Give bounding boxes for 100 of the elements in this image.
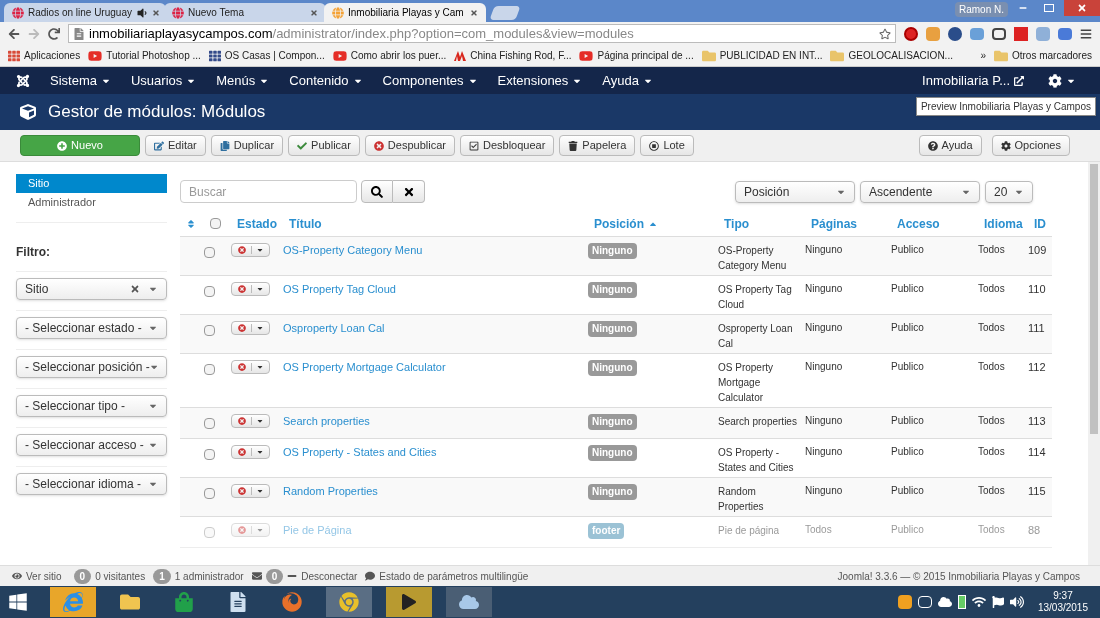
toolbar-button[interactable]: Ayuda xyxy=(918,135,982,156)
row-checkbox[interactable] xyxy=(204,449,215,460)
extension-icon[interactable] xyxy=(904,26,918,41)
sort-select[interactable]: Ascendente xyxy=(860,180,980,203)
battery-icon[interactable] xyxy=(957,595,966,609)
filter-select[interactable]: - Seleccionar idioma - xyxy=(16,473,167,495)
reload-icon[interactable] xyxy=(48,27,60,40)
nav-menu[interactable]: Ayuda xyxy=(602,70,653,91)
toolbar-button[interactable]: Editar xyxy=(145,135,206,156)
column-header[interactable]: Estado xyxy=(237,214,277,233)
toolbar-button[interactable]: Publicar xyxy=(288,135,360,156)
row-checkbox[interactable] xyxy=(204,247,215,258)
status-toggle[interactable] xyxy=(231,243,270,257)
status-toggle[interactable] xyxy=(231,445,270,459)
close-icon[interactable] xyxy=(470,8,478,17)
module-title-link[interactable]: Osproperty Loan Cal xyxy=(283,322,385,334)
taskbar-app[interactable] xyxy=(446,587,492,617)
close-button[interactable] xyxy=(1064,0,1100,16)
toolbar-button[interactable]: Desbloquear xyxy=(459,135,555,156)
toolbar-button[interactable]: Lote xyxy=(640,135,694,156)
extension-icon[interactable] xyxy=(1014,26,1028,41)
clear-icon[interactable] xyxy=(130,284,140,294)
filter-select[interactable]: - Seleccionar posición - xyxy=(16,356,167,378)
address-field[interactable]: inmobiliariaplayasycampos.com/administrator/index.php?option=com_modules&view=modules xyxy=(68,24,896,43)
bookmark[interactable]: Aplicaciones xyxy=(8,48,81,63)
status-toggle[interactable] xyxy=(231,414,270,428)
sort-select[interactable]: 20 xyxy=(985,180,1033,203)
toolbar-button[interactable]: Papelera xyxy=(559,135,636,156)
clear-button[interactable] xyxy=(393,180,425,203)
toolbar-button[interactable]: Despublicar xyxy=(364,135,455,156)
logout-link[interactable]: Desconectar xyxy=(301,568,358,584)
browser-tab[interactable]: Radios on line Uruguay xyxy=(4,3,166,22)
logo-icon[interactable] xyxy=(16,73,30,88)
filter-select[interactable]: - Seleccionar estado - xyxy=(16,317,167,339)
filter-select[interactable]: Sitio xyxy=(16,278,167,300)
bookmark[interactable]: Otros marcadores xyxy=(993,48,1092,63)
select-all-checkbox[interactable] xyxy=(210,218,221,229)
module-title-link[interactable]: OS Property Mortgage Calculator xyxy=(283,361,446,373)
bookmark[interactable]: GEOLOCALISACION... xyxy=(830,48,953,63)
cloud-icon[interactable] xyxy=(937,595,952,609)
network-icon[interactable] xyxy=(971,595,986,609)
module-title-link[interactable]: OS-Property Category Menu xyxy=(283,244,423,256)
status-toggle[interactable] xyxy=(231,360,270,374)
column-header[interactable]: Posición xyxy=(594,214,644,233)
filter-select[interactable]: - Seleccionar acceso - xyxy=(16,434,167,456)
column-header[interactable]: Tipo xyxy=(724,214,750,233)
row-checkbox[interactable] xyxy=(204,418,215,429)
row-checkbox[interactable] xyxy=(204,286,215,297)
toolbar-button[interactable]: Opciones xyxy=(991,135,1070,156)
star-icon[interactable] xyxy=(879,27,891,40)
module-title-link[interactable]: Random Properties xyxy=(283,485,378,497)
volume-icon[interactable] xyxy=(1009,595,1024,609)
column-header[interactable]: Acceso xyxy=(897,214,940,233)
filter-select[interactable]: - Seleccionar tipo - xyxy=(16,395,167,417)
nav-menu[interactable]: Usuarios xyxy=(130,70,197,91)
browser-tab[interactable]: Inmobiliaria Playas y Cam xyxy=(324,3,486,22)
settings-menu[interactable] xyxy=(1048,73,1076,88)
nav-menu[interactable]: Menús xyxy=(216,70,270,91)
module-title-link[interactable]: OS Property - States and Cities xyxy=(283,446,437,458)
bookmark[interactable]: China Fishing Rod, F... xyxy=(454,48,572,63)
extension-icon[interactable] xyxy=(992,27,1006,40)
sidebar-item[interactable]: Sitio xyxy=(16,174,167,193)
row-checkbox[interactable] xyxy=(204,364,215,375)
nav-menu[interactable]: Sistema xyxy=(50,70,111,91)
search-button[interactable] xyxy=(361,180,393,203)
flag-icon[interactable] xyxy=(991,596,1004,608)
row-checkbox[interactable] xyxy=(204,488,215,499)
bookmark[interactable]: OS Casas | Compon... xyxy=(208,48,325,63)
menu-icon[interactable] xyxy=(1080,27,1092,40)
bookmark[interactable]: PUBLICIDAD EN INT... xyxy=(701,48,823,63)
tray-icon[interactable] xyxy=(897,595,912,609)
search-field[interactable]: Buscar xyxy=(180,180,357,203)
bookmark[interactable]: Tutorial Photoshop ... xyxy=(88,48,201,63)
module-title-link[interactable]: OS Property Tag Cloud xyxy=(283,283,396,295)
nav-menu[interactable]: Componentes xyxy=(382,70,478,91)
nav-menu[interactable]: Contenido xyxy=(289,70,363,91)
column-header[interactable]: Páginas xyxy=(811,214,858,233)
bookmark[interactable]: Como abrir los puer... xyxy=(332,48,447,63)
status-toggle[interactable] xyxy=(231,484,270,498)
column-header[interactable]: ID xyxy=(1034,214,1046,233)
more-bookmarks[interactable]: » xyxy=(980,48,986,63)
back-icon[interactable] xyxy=(8,27,20,40)
browser-tab[interactable]: Nuevo Tema xyxy=(164,3,326,22)
bookmark[interactable]: Página principal de ... xyxy=(579,48,694,63)
clock-date[interactable]: 13/03/2015 xyxy=(1037,602,1088,614)
multilanguage-status-link[interactable]: Estado de parámetros multilingüe xyxy=(379,568,529,584)
close-icon[interactable] xyxy=(310,8,318,17)
column-header[interactable]: Idioma xyxy=(984,214,1023,233)
taskbar-app[interactable] xyxy=(386,587,432,617)
sort-icon[interactable] xyxy=(186,218,196,229)
status-toggle[interactable] xyxy=(231,321,270,335)
clock-time[interactable]: 9:37 xyxy=(1053,590,1073,602)
extension-icon[interactable] xyxy=(1058,27,1072,40)
module-title-link[interactable]: Search properties xyxy=(283,415,370,427)
tray-icon[interactable] xyxy=(917,596,932,608)
toolbar-button[interactable]: Duplicar xyxy=(210,135,284,156)
column-header[interactable]: Título xyxy=(289,214,322,233)
view-site-link[interactable]: Ver sitio xyxy=(26,568,62,584)
extension-icon[interactable] xyxy=(948,26,962,41)
row-checkbox[interactable] xyxy=(204,325,215,336)
